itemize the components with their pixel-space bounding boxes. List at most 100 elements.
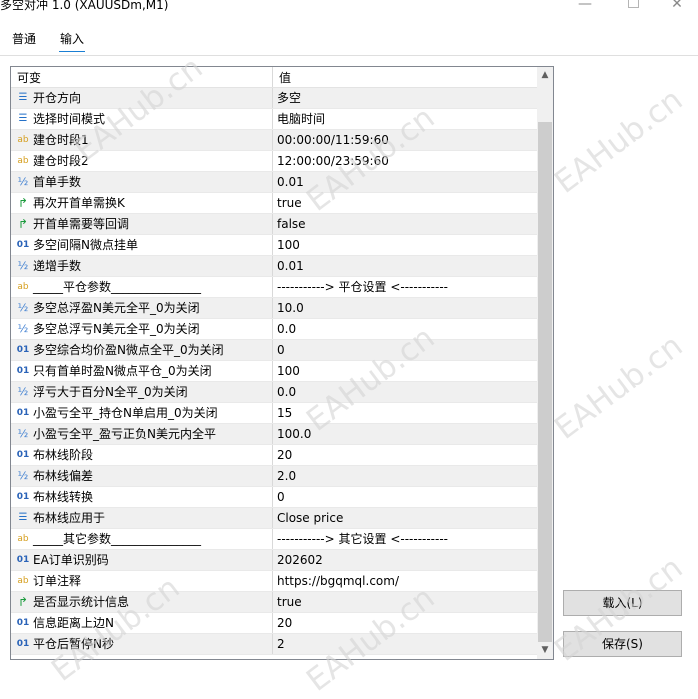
tab-separator [0, 55, 698, 56]
param-row[interactable]: ab 建仓时段2 12:00:00/23:59:60 [11, 151, 537, 172]
param-row[interactable]: 01 只有首单时盈N微点平仓_0为关闭 100 [11, 361, 537, 382]
param-value[interactable]: -----------> 其它设置 <----------- [277, 532, 448, 546]
scroll-thumb[interactable] [538, 122, 552, 642]
string-type-icon: ab [17, 576, 29, 586]
vertical-scrollbar[interactable]: ▲ ▼ [537, 67, 553, 659]
param-value[interactable]: 0.0 [277, 385, 296, 399]
param-value-cell[interactable]: 多空 [273, 88, 537, 109]
param-row[interactable]: ab 订单注释 https://bgqmql.com/ [11, 571, 537, 592]
param-value[interactable]: 0.01 [277, 175, 304, 189]
param-value-cell[interactable]: 电脑时间 [273, 109, 537, 130]
minimize-button[interactable]: — [562, 0, 608, 14]
param-value-cell[interactable]: 202602 [273, 550, 537, 571]
param-value-cell[interactable]: 12:00:00/23:59:60 [273, 151, 537, 172]
param-value[interactable]: 100 [277, 364, 300, 378]
param-value-cell[interactable]: 100.0 [273, 424, 537, 445]
param-value-cell[interactable]: 0.01 [273, 172, 537, 193]
param-value[interactable]: 2.0 [277, 469, 296, 483]
close-button[interactable]: ✕ [654, 0, 698, 14]
param-value[interactable]: 20 [277, 448, 292, 462]
param-value-cell[interactable]: 0.0 [273, 382, 537, 403]
param-value[interactable]: 0 [277, 490, 285, 504]
param-value-cell[interactable]: 00:00:00/11:59:60 [273, 130, 537, 151]
param-row[interactable]: ab 建仓时段1 00:00:00/11:59:60 [11, 130, 537, 151]
param-value[interactable]: 0.01 [277, 259, 304, 273]
param-row[interactable]: ☰ 布林线应用于 Close price [11, 508, 537, 529]
param-value-cell[interactable]: -----------> 平仓设置 <----------- [273, 277, 537, 298]
param-value[interactable]: 10.0 [277, 301, 304, 315]
maximize-button[interactable] [610, 0, 656, 14]
param-value[interactable]: 0.0 [277, 322, 296, 336]
param-value[interactable]: 12:00:00/23:59:60 [277, 154, 389, 168]
bool-type-icon: ↱ [17, 217, 29, 231]
param-value[interactable]: 15 [277, 406, 292, 420]
param-value[interactable]: 20 [277, 616, 292, 630]
param-row[interactable]: 01 布林线转换 0 [11, 487, 537, 508]
param-value[interactable]: 202602 [277, 553, 323, 567]
param-value-cell[interactable]: -----------> 其它设置 <----------- [273, 529, 537, 550]
param-row[interactable]: ½ 首单手数 0.01 [11, 172, 537, 193]
param-value-cell[interactable]: false [273, 214, 537, 235]
param-row[interactable]: ↱ 开首单需要等回调 false [11, 214, 537, 235]
param-row[interactable]: ½ 多空总浮盈N美元全平_0为关闭 10.0 [11, 298, 537, 319]
param-row[interactable]: 01 多空间隔N微点挂单 100 [11, 235, 537, 256]
param-value[interactable]: 2 [277, 637, 285, 651]
param-value-cell[interactable]: true [273, 193, 537, 214]
param-value-cell[interactable]: Close price [273, 508, 537, 529]
param-value[interactable]: Close price [277, 511, 343, 525]
int-type-icon: 01 [16, 450, 30, 460]
param-value-cell[interactable]: 20 [273, 613, 537, 634]
param-row[interactable]: ab _____其它参数_______________ -----------> 其… [11, 529, 537, 550]
param-value-cell[interactable]: 0.01 [273, 256, 537, 277]
param-value-cell[interactable]: 15 [273, 403, 537, 424]
double-type-icon: ½ [17, 469, 29, 482]
param-value[interactable]: false [277, 217, 306, 231]
param-value[interactable]: 00:00:00/11:59:60 [277, 133, 389, 147]
param-value-cell[interactable]: 20 [273, 445, 537, 466]
param-value-cell[interactable]: 100 [273, 235, 537, 256]
param-value[interactable]: 100 [277, 238, 300, 252]
inputs-grid[interactable]: 可变 值 ☰ 开仓方向 多空 ☰ 选择时间模式 电脑时间 ab 建仓时段1 00:00:00/1… [10, 66, 554, 660]
param-value[interactable]: true [277, 196, 302, 210]
param-row[interactable]: ☰ 选择时间模式 电脑时间 [11, 109, 537, 130]
param-row[interactable]: 01 信息距离上边N 20 [11, 613, 537, 634]
param-value[interactable]: 0 [277, 343, 285, 357]
scroll-down-icon[interactable]: ▼ [537, 642, 553, 659]
param-row[interactable]: ☰ 开仓方向 多空 [11, 88, 537, 109]
param-value-cell[interactable]: https://bgqmql.com/ [273, 571, 537, 592]
param-value-cell[interactable]: 0.0 [273, 319, 537, 340]
param-row[interactable]: ½ 小盈亏全平_盈亏正负N美元内全平 100.0 [11, 424, 537, 445]
param-value[interactable]: -----------> 平仓设置 <----------- [277, 280, 448, 294]
tab-general[interactable]: 普通 [11, 30, 37, 48]
param-value-cell[interactable]: 10.0 [273, 298, 537, 319]
scroll-up-icon[interactable]: ▲ [537, 67, 553, 84]
param-value[interactable]: 电脑时间 [277, 112, 325, 126]
param-value-cell[interactable]: 2.0 [273, 466, 537, 487]
param-value[interactable]: 100.0 [277, 427, 311, 441]
param-value-cell[interactable]: 0 [273, 487, 537, 508]
param-row[interactable]: ½ 多空总浮亏N美元全平_0为关闭 0.0 [11, 319, 537, 340]
param-value[interactable]: true [277, 595, 302, 609]
watermark: EAHub.cn [548, 81, 690, 201]
load-button[interactable]: 载入(L) [563, 590, 682, 616]
param-row[interactable]: ½ 浮亏大于百分N全平_0为关闭 0.0 [11, 382, 537, 403]
param-row[interactable]: ↱ 再次开首单需换K true [11, 193, 537, 214]
param-value-cell[interactable]: 100 [273, 361, 537, 382]
param-value[interactable]: 多空 [277, 91, 301, 105]
param-row[interactable]: 01 小盈亏全平_持仓N单启用_0为关闭 15 [11, 403, 537, 424]
param-name: 开仓方向 [33, 91, 82, 105]
tab-inputs[interactable]: 输入 [59, 30, 86, 52]
param-row[interactable]: 01 EA订单识别码 202602 [11, 550, 537, 571]
param-row[interactable]: ½ 递增手数 0.01 [11, 256, 537, 277]
param-value-cell[interactable]: 2 [273, 634, 537, 655]
param-value-cell[interactable]: 0 [273, 340, 537, 361]
param-row[interactable]: ↱ 是否显示统计信息 true [11, 592, 537, 613]
param-row[interactable]: ab _____平仓参数_______________ -----------> 平… [11, 277, 537, 298]
param-row[interactable]: ½ 布林线偏差 2.0 [11, 466, 537, 487]
param-row[interactable]: 01 布林线阶段 20 [11, 445, 537, 466]
save-button[interactable]: 保存(S) [563, 631, 682, 657]
param-row[interactable]: 01 平仓后暂停N秒 2 [11, 634, 537, 655]
param-row[interactable]: 01 多空综合均价盈N微点全平_0为关闭 0 [11, 340, 537, 361]
param-value[interactable]: https://bgqmql.com/ [277, 574, 399, 588]
param-value-cell[interactable]: true [273, 592, 537, 613]
